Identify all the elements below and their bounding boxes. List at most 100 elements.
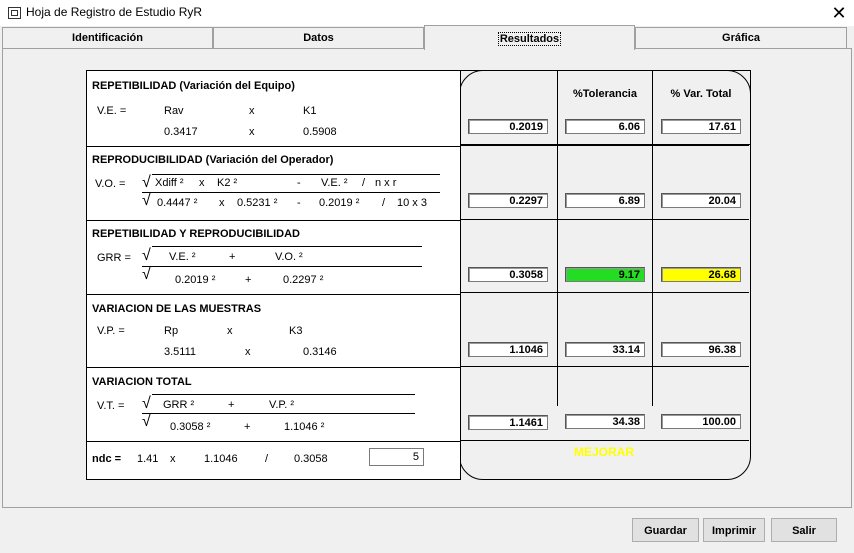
av-title: REPRODUCIBILIDAD (Variación del Operador… <box>92 154 334 166</box>
ndc-a: 1.41 <box>137 453 159 465</box>
grr-f0: V.E. ² <box>169 251 196 263</box>
tab-resultados-label: Resultados <box>497 32 562 46</box>
ev-value-field[interactable]: 0.2019 <box>468 119 548 134</box>
ev-title: REPETIBILIDAD (Variación del Equipo) <box>92 80 295 92</box>
ev-op2: x <box>249 126 255 138</box>
ndc-x: x <box>170 453 176 465</box>
row-divider <box>460 366 749 367</box>
window-title: Hoja de Registro de Estudio RyR <box>26 5 203 19</box>
tv-v1: + <box>244 421 251 433</box>
ndc-c: 0.3058 <box>294 453 328 465</box>
column-divider <box>652 71 653 406</box>
fraction-bar <box>142 413 415 414</box>
sqrt-icon: √ <box>142 174 151 191</box>
exit-button[interactable]: Salir <box>771 518 837 542</box>
close-icon[interactable]: ✕ <box>826 2 852 24</box>
sqrt-bar <box>152 394 415 395</box>
grr-tolerance-field[interactable]: 9.17 <box>565 267 645 282</box>
tv-v0: 0.3058 ² <box>170 421 211 433</box>
av-f0: Xdiff ² <box>155 177 184 189</box>
tv-f2: V.P. ² <box>269 399 295 411</box>
av-v2: 0.5231 ² <box>237 197 278 209</box>
pv-op2: x <box>245 346 251 358</box>
tab-grafica[interactable]: Gráfica <box>635 27 847 48</box>
print-button[interactable]: Imprimir <box>703 518 765 542</box>
section-tv: VARIACION TOTAL V.T. = √ GRR ² + V.P. ² … <box>87 367 460 442</box>
av-f5: / <box>362 177 366 189</box>
sqrt-icon: √ <box>142 266 151 283</box>
pv-lhs: V.P. = <box>97 325 125 337</box>
grr-value-field[interactable]: 0.3058 <box>468 267 548 282</box>
ev-v1: 0.3417 <box>164 126 198 138</box>
row-divider <box>460 219 749 220</box>
tv-f1: + <box>228 399 235 411</box>
tab-identificacion[interactable]: Identificación <box>2 27 213 48</box>
pv-v1: 3.5111 <box>164 346 197 358</box>
av-v5: / <box>382 197 386 209</box>
section-av: REPRODUCIBILIDAD (Variación del Operador… <box>87 146 460 221</box>
tab-resultados[interactable]: Resultados <box>424 25 635 50</box>
section-grr: REPETIBILIDAD Y REPRODUCIBILIDAD GRR = √… <box>87 220 460 295</box>
sqrt-icon: √ <box>142 413 151 430</box>
av-v4: 0.2019 ² <box>319 197 360 209</box>
tv-v2: 1.1046 ² <box>284 421 325 433</box>
grr-title: REPETIBILIDAD Y REPRODUCIBILIDAD <box>92 228 301 240</box>
tv-tolerance-field[interactable]: 34.38 <box>565 414 645 429</box>
app-icon <box>8 7 21 19</box>
av-v1: x <box>219 197 225 209</box>
fraction-bar <box>142 266 422 267</box>
pv-op: x <box>227 325 233 337</box>
row-divider <box>460 145 749 146</box>
sqrt-bar <box>152 246 422 247</box>
av-var-total-field[interactable]: 20.04 <box>661 193 741 208</box>
ndc-b: 1.1046 <box>204 453 238 465</box>
tab-datos[interactable]: Datos <box>213 27 424 48</box>
section-ev: REPETIBILIDAD (Variación del Equipo) V.E… <box>87 71 460 147</box>
column-header-var-total: % Var. Total <box>670 88 732 100</box>
ndc-slash: / <box>265 453 269 465</box>
verdict-label: MEJORAR <box>573 445 634 459</box>
pv-f2: K3 <box>289 325 303 337</box>
av-v6: 10 x 3 <box>397 197 427 209</box>
grr-f1: + <box>229 251 236 263</box>
pv-tolerance-field[interactable]: 33.14 <box>565 342 645 357</box>
av-value-field[interactable]: 0.2297 <box>468 193 548 208</box>
ev-op: x <box>249 105 255 117</box>
save-button[interactable]: Guardar <box>632 518 699 542</box>
av-tolerance-field[interactable]: 6.89 <box>565 193 645 208</box>
ev-v2: 0.5908 <box>303 126 337 138</box>
ndc-result-field[interactable]: 5 <box>369 448 424 466</box>
ev-lhs: V.E. = <box>97 105 127 117</box>
column-divider <box>557 71 558 406</box>
av-f1: x <box>199 177 205 189</box>
row-divider <box>460 440 749 441</box>
av-v0: 0.4447 ² <box>157 197 198 209</box>
row-divider <box>460 292 749 293</box>
ev-tolerance-field[interactable]: 6.06 <box>565 119 645 134</box>
sqrt-bar <box>152 174 440 175</box>
grr-var-total-field[interactable]: 26.68 <box>661 267 741 282</box>
av-f3: - <box>297 177 301 189</box>
column-header-tolerance: %Tolerancia <box>573 88 637 100</box>
pv-v2: 0.3146 <box>303 346 337 358</box>
grr-f2: V.O. ² <box>275 251 303 263</box>
ev-var-total-field[interactable]: 17.61 <box>661 119 741 134</box>
sqrt-icon: √ <box>142 192 151 209</box>
tv-title: VARIACION TOTAL <box>92 376 192 388</box>
sqrt-icon: √ <box>142 247 151 264</box>
grr-v0: 0.2019 ² <box>175 274 216 286</box>
ndc-label: ndc = <box>92 453 122 465</box>
av-lhs: V.O. = <box>95 178 126 190</box>
tv-value-field[interactable]: 1.1461 <box>468 415 548 430</box>
av-v3: - <box>297 197 301 209</box>
tv-var-total-field[interactable]: 100.00 <box>661 414 741 429</box>
pv-var-total-field[interactable]: 96.38 <box>661 342 741 357</box>
pv-f1: Rp <box>164 325 179 337</box>
pv-value-field[interactable]: 1.1046 <box>468 342 548 357</box>
grr-v1: + <box>245 274 252 286</box>
sqrt-icon: √ <box>142 395 151 412</box>
ev-f2: K1 <box>303 105 317 117</box>
pv-title: VARIACION DE LAS MUESTRAS <box>92 303 262 315</box>
section-pv: VARIACION DE LAS MUESTRAS V.P. = Rp x K3… <box>87 294 460 368</box>
tv-lhs: V.T. = <box>97 400 125 412</box>
